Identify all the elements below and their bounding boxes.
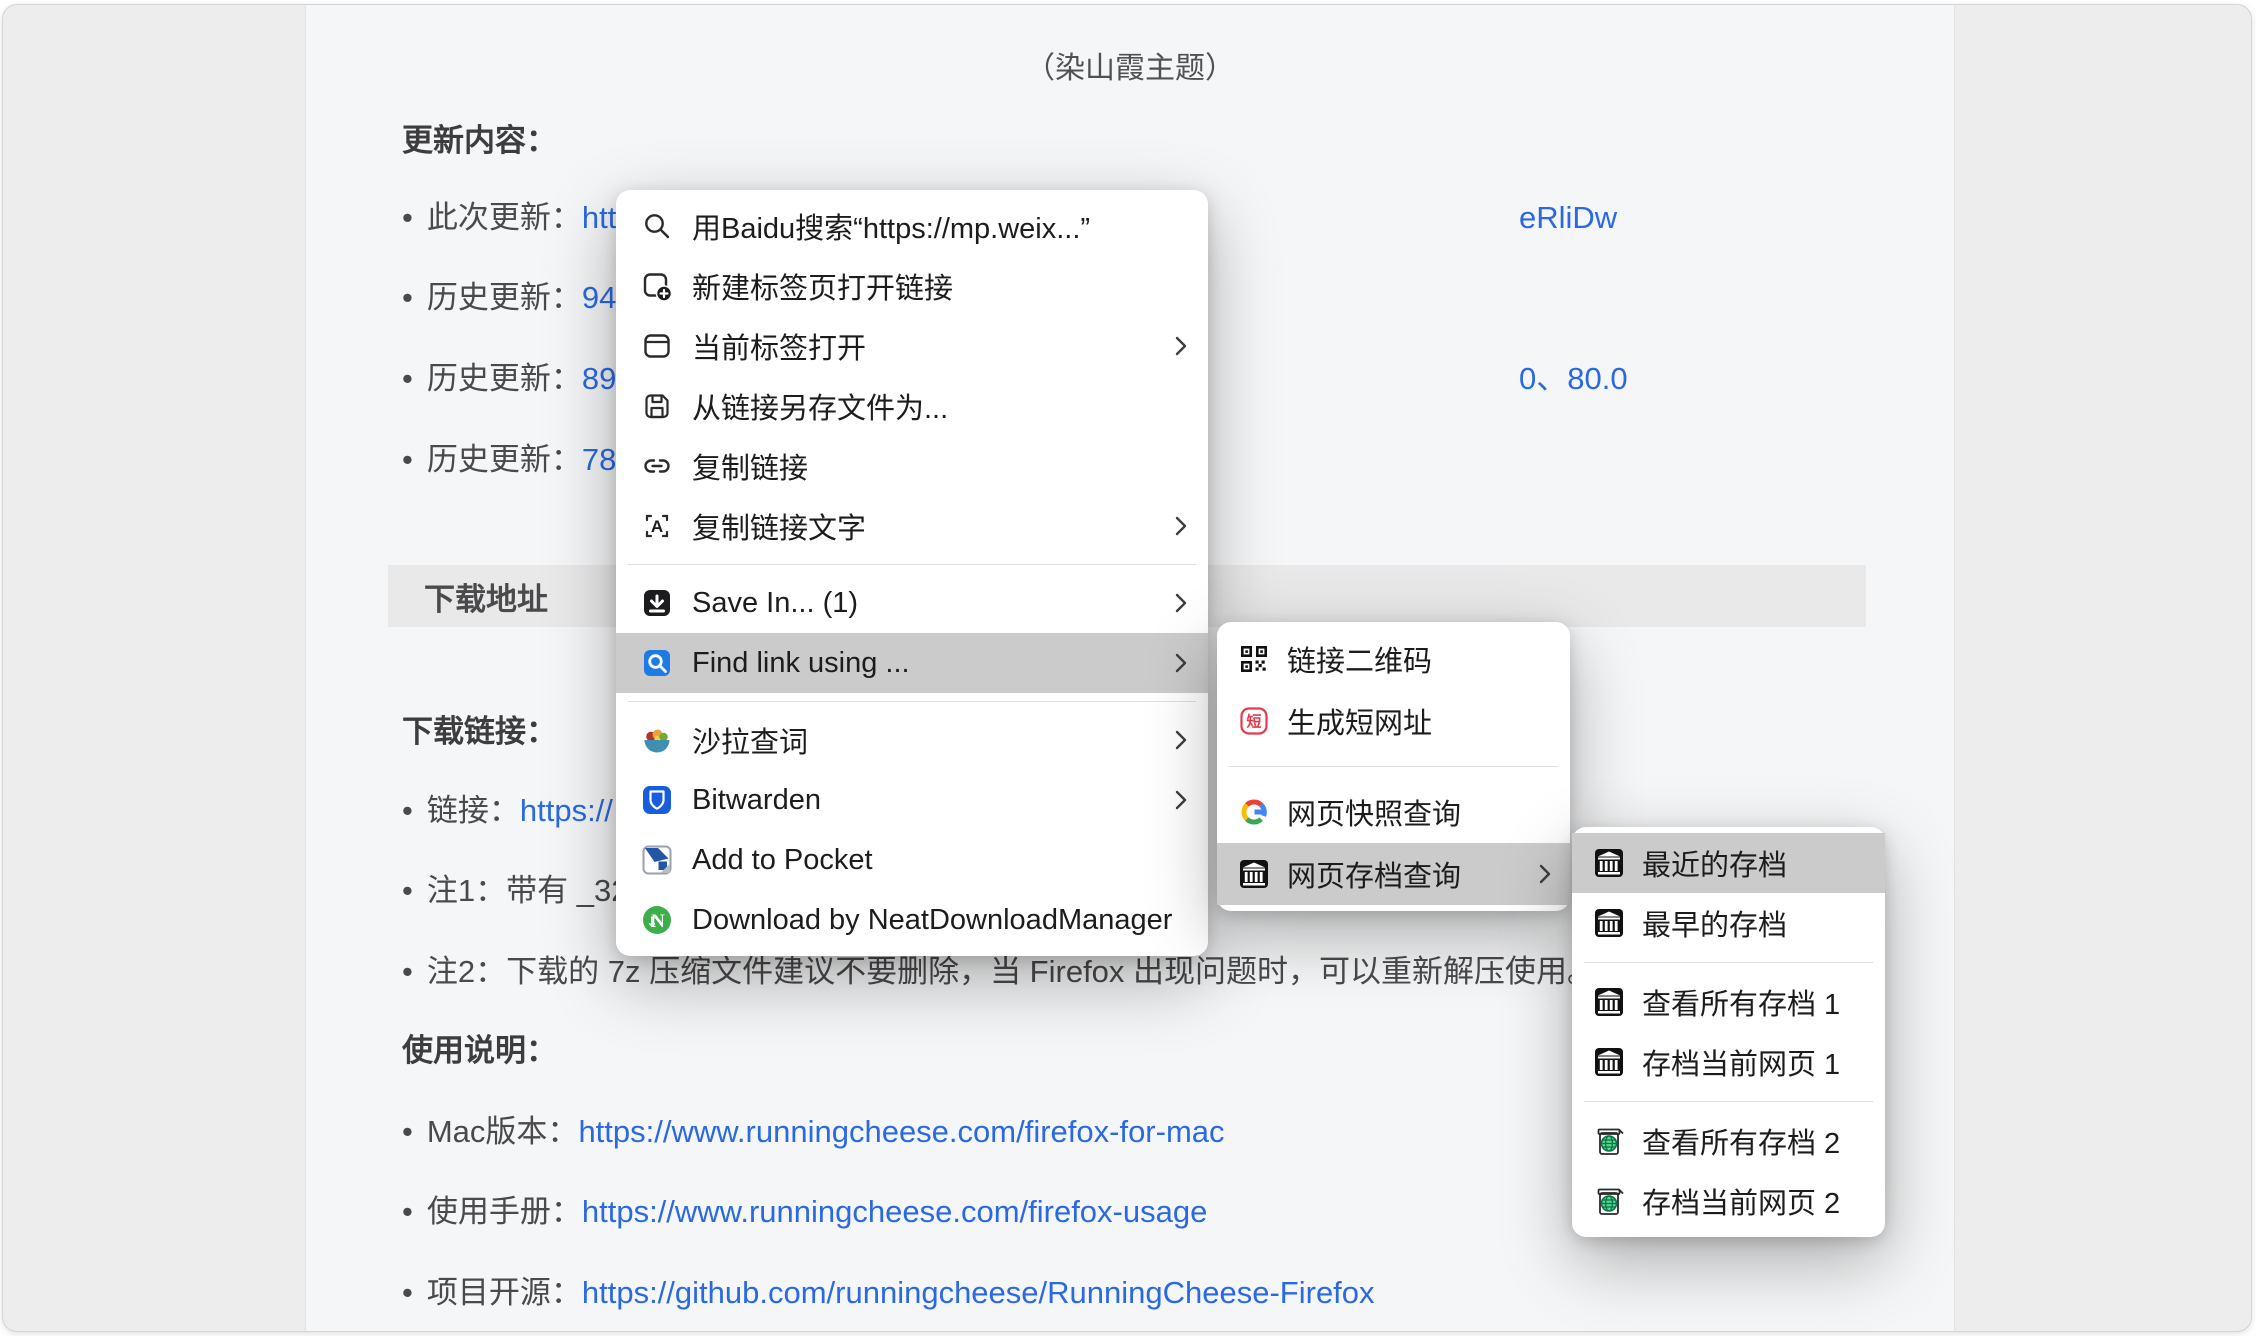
bullet-open-source: •项目开源：https://github.com/runningcheese/R…	[402, 1271, 1375, 1315]
menu-item-open-current-tab[interactable]: 当前标签打开	[616, 316, 1208, 376]
download-link[interactable]: https://	[520, 793, 613, 828]
menu-item-add-to-pocket[interactable]: Add to Pocket	[616, 830, 1208, 890]
salad-bowl-icon	[640, 723, 674, 757]
internet-archive-icon	[1237, 857, 1271, 891]
menu-item-snapshot-query[interactable]: 网页快照查询	[1217, 781, 1570, 843]
menu-item-bitwarden[interactable]: Bitwarden	[616, 770, 1208, 830]
menu-item-save-in[interactable]: Save In... (1)	[616, 573, 1208, 633]
menu-item-archive-current-1[interactable]: 存档当前网页 1	[1572, 1032, 1885, 1092]
internet-archive-icon	[1592, 846, 1626, 880]
menu-item-copy-link-text[interactable]: A 复制链接文字	[616, 496, 1208, 556]
svg-text:N: N	[651, 911, 665, 932]
section-header-updates: 更新内容：	[402, 119, 557, 163]
current-update-link-fragment[interactable]: eRliDw	[1519, 196, 1617, 240]
menu-item-save-link-as[interactable]: 从链接另存文件为...	[616, 376, 1208, 436]
menu-item-salad-dict[interactable]: 沙拉查词	[616, 710, 1208, 770]
bullet-mac-version: •Mac版本：https://www.runningcheese.com/fir…	[402, 1110, 1225, 1154]
submenu-chevron-icon	[1174, 788, 1188, 812]
menu-item-baidu-search[interactable]: 用Baidu搜索“https://mp.weix...”	[616, 196, 1208, 256]
context-menu: 用Baidu搜索“https://mp.weix...” 新建标签页打开链接 当…	[616, 190, 1208, 956]
find-link-icon	[640, 646, 674, 680]
menu-item-short-url[interactable]: 短 生成短网址	[1217, 690, 1570, 752]
menu-item-download-ndm[interactable]: N Download by NeatDownloadManager	[616, 890, 1208, 950]
page-title: （染山霞主题）	[306, 43, 1954, 87]
menu-item-latest-archive[interactable]: 最近的存档	[1572, 833, 1885, 893]
section-header-usage: 使用说明：	[402, 1029, 557, 1073]
submenu-chevron-icon	[1538, 862, 1552, 886]
bullet-history-78: •历史更新：78.	[402, 438, 625, 482]
archive-today-icon	[1592, 1184, 1626, 1218]
submenu-chevron-icon	[1174, 728, 1188, 752]
usage-manual-link[interactable]: https://www.runningcheese.com/firefox-us…	[582, 1194, 1207, 1229]
svg-text:A: A	[651, 517, 663, 536]
short-url-icon: 短	[1237, 704, 1271, 738]
find-link-submenu: 链接二维码 短 生成短网址 网页快照查询 网页存档查询	[1217, 622, 1570, 911]
menu-item-open-link-new-tab[interactable]: 新建标签页打开链接	[616, 256, 1208, 316]
save-file-icon	[640, 389, 674, 423]
submenu-chevron-icon	[1174, 591, 1188, 615]
svg-text:短: 短	[1246, 713, 1261, 731]
bullet-download-link: •链接：https://	[402, 789, 613, 833]
internet-archive-icon	[1592, 906, 1626, 940]
internet-archive-icon	[1592, 1045, 1626, 1079]
history-89-link-fragment[interactable]: 0、80.0	[1519, 357, 1628, 401]
submenu-chevron-icon	[1174, 651, 1188, 675]
bullet-usage-manual: •使用手册：https://www.runningcheese.com/fire…	[402, 1190, 1207, 1234]
menu-item-earliest-archive[interactable]: 最早的存档	[1572, 893, 1885, 953]
menu-item-link-qrcode[interactable]: 链接二维码	[1217, 628, 1570, 690]
current-update-link[interactable]: htt	[582, 200, 616, 235]
submenu-chevron-icon	[1174, 514, 1188, 538]
menu-item-view-all-archives-2[interactable]: 查看所有存档 2	[1572, 1111, 1885, 1171]
menu-item-find-link-using[interactable]: Find link using ...	[616, 633, 1208, 693]
menu-separator	[1584, 1101, 1873, 1102]
menu-item-archive-current-2[interactable]: 存档当前网页 2	[1572, 1171, 1885, 1231]
menu-item-archive-query[interactable]: 网页存档查询	[1217, 843, 1570, 905]
mac-version-link[interactable]: https://www.runningcheese.com/firefox-fo…	[578, 1114, 1224, 1149]
submenu-chevron-icon	[1174, 334, 1188, 358]
menu-separator	[1229, 766, 1558, 767]
bitwarden-icon	[640, 783, 674, 817]
bullet-history-94: •历史更新：94.	[402, 276, 625, 320]
menu-separator	[1584, 962, 1873, 963]
menu-separator	[628, 564, 1196, 565]
open-source-link[interactable]: https://github.com/runningcheese/Running…	[582, 1275, 1375, 1310]
link-icon	[640, 449, 674, 483]
archive-submenu: 最近的存档 最早的存档 查看所有存档 1 存档当前网页 1 查看所有存档 2 存…	[1572, 827, 1885, 1237]
internet-archive-icon	[1592, 985, 1626, 1019]
bullet-note-2: •注2：下载的 7z 压缩文件建议不要删除，当 Firefox 出现问题时，可以…	[402, 950, 1598, 994]
save-in-icon	[640, 586, 674, 620]
section-header-download-links: 下载链接：	[402, 710, 557, 754]
bullet-current-update: •此次更新：htt	[402, 196, 616, 240]
copy-text-icon: A	[640, 509, 674, 543]
new-tab-icon	[640, 269, 674, 303]
neatdownloadmanager-icon: N	[640, 903, 674, 937]
current-tab-icon	[640, 329, 674, 363]
menu-item-view-all-archives-1[interactable]: 查看所有存档 1	[1572, 972, 1885, 1032]
menu-separator	[628, 701, 1196, 702]
pocket-icon	[640, 843, 674, 877]
menu-item-copy-link[interactable]: 复制链接	[616, 436, 1208, 496]
archive-today-icon	[1592, 1124, 1626, 1158]
bullet-note-1: •注1：带有 _32	[402, 869, 628, 913]
google-icon	[1237, 795, 1271, 829]
bullet-history-89: •历史更新：89.	[402, 357, 625, 401]
search-icon	[640, 209, 674, 243]
qrcode-icon	[1237, 642, 1271, 676]
